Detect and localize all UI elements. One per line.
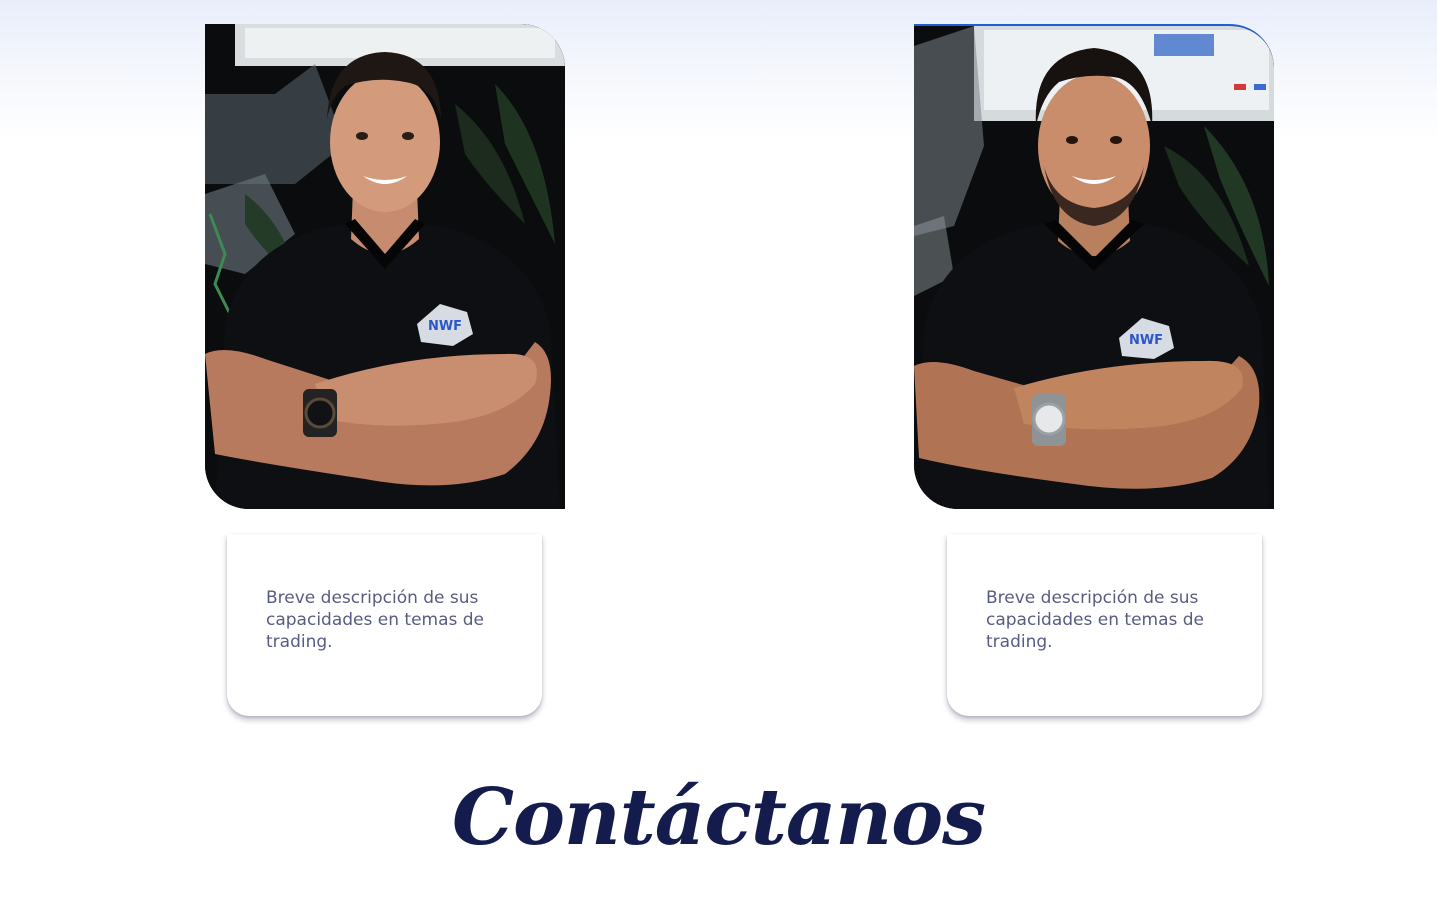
team-member-card: NWF Breve descripción de sus capacidades…	[205, 24, 565, 716]
team-member-description: Breve descripción de sus capacidades en …	[266, 588, 485, 652]
person-portrait-icon: NWF	[205, 24, 565, 509]
team-member-photo: NWF	[914, 24, 1274, 509]
team-member-description-card: Breve descripción de sus capacidades en …	[947, 534, 1262, 716]
person-portrait-icon: NWF	[914, 26, 1274, 509]
team-member-description-card: Breve descripción de sus capacidades en …	[227, 534, 542, 716]
team-member-photo: NWF	[205, 24, 565, 509]
team-member-card: NWF Breve descripción de sus capacidades…	[914, 24, 1274, 716]
svg-text:NWF: NWF	[1129, 333, 1163, 348]
contact-heading: Contáctanos	[451, 772, 986, 863]
svg-text:NWF: NWF	[428, 319, 462, 334]
team-member-description: Breve descripción de sus capacidades en …	[986, 588, 1205, 652]
